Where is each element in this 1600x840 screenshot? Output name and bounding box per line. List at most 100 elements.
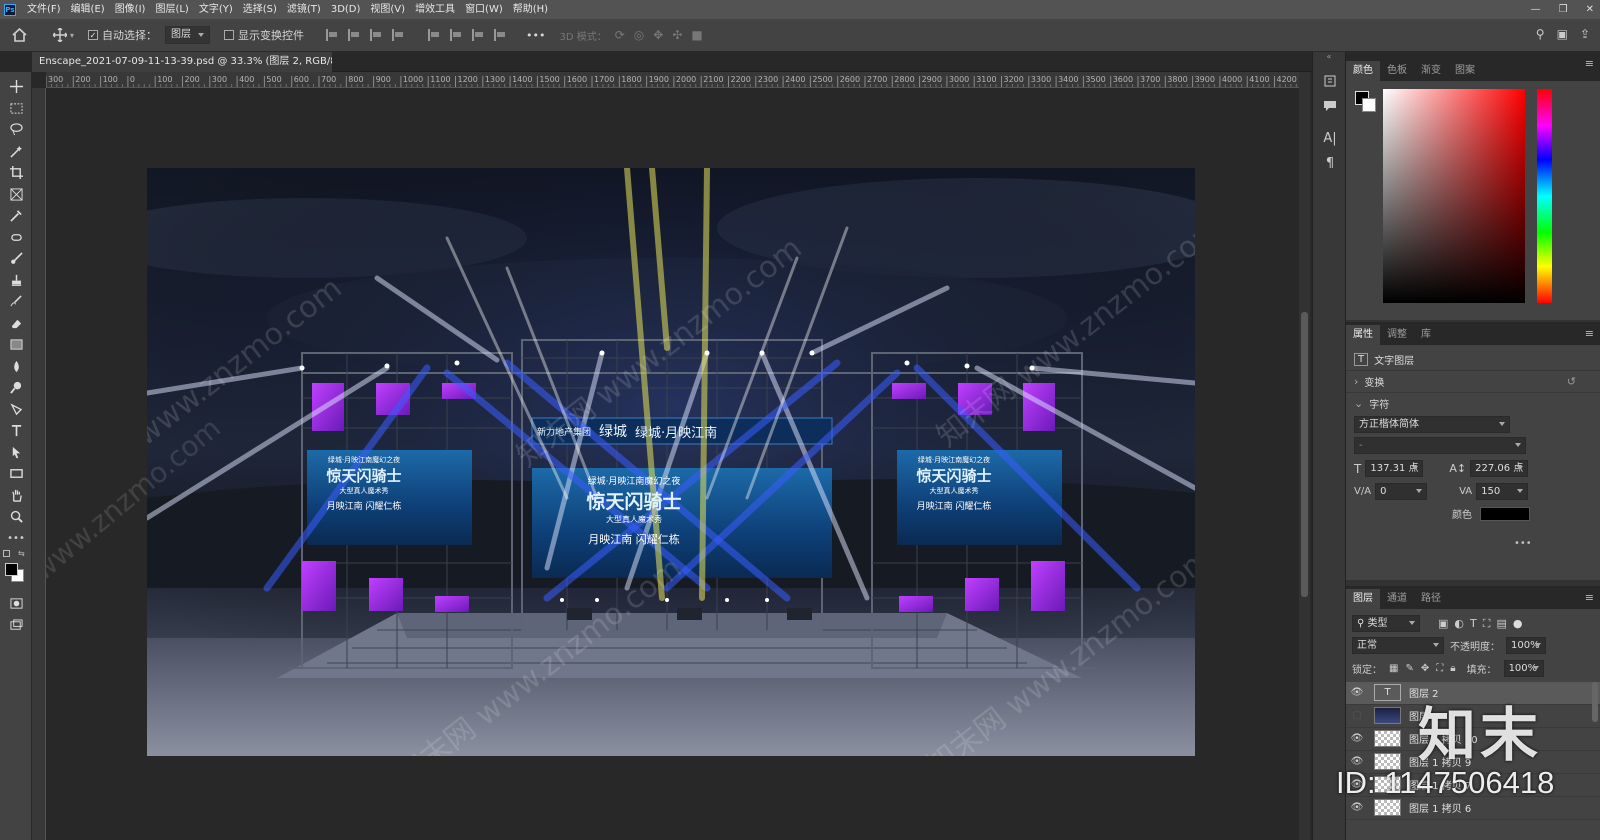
- scroll-thumb[interactable]: [1301, 312, 1308, 597]
- layer-filter-select[interactable]: ⚲ 类型: [1352, 615, 1420, 632]
- lock-pixels-icon[interactable]: ✎: [1405, 663, 1413, 674]
- pen-tool[interactable]: [0, 399, 32, 421]
- menu-view[interactable]: 视图(V): [365, 0, 410, 19]
- lasso-tool[interactable]: [0, 119, 32, 141]
- 3d-pan-icon[interactable]: ✥: [653, 28, 663, 42]
- menu-type[interactable]: 文字(Y): [194, 0, 238, 19]
- blend-mode-select[interactable]: 正常: [1352, 637, 1444, 654]
- properties-menu-icon[interactable]: ≡: [1585, 327, 1594, 340]
- eraser-tool[interactable]: [0, 313, 32, 335]
- restore-icon[interactable]: ❐: [1559, 0, 1568, 19]
- font-style-select[interactable]: -: [1354, 437, 1526, 454]
- clone-stamp-tool[interactable]: [0, 270, 32, 292]
- minimize-icon[interactable]: —: [1531, 0, 1541, 19]
- quick-mask-button[interactable]: [0, 593, 32, 615]
- tracking-field[interactable]: 150: [1476, 483, 1529, 500]
- character-chevron-icon[interactable]: ⌄: [1354, 397, 1363, 410]
- font-size-field[interactable]: 137.31 点: [1365, 460, 1424, 477]
- character-section[interactable]: 字符: [1369, 396, 1389, 411]
- hand-tool[interactable]: [0, 485, 32, 507]
- align-vcenter-icon[interactable]: [450, 29, 462, 41]
- 3d-camera-icon[interactable]: ■: [691, 28, 702, 42]
- panel-menu-icon[interactable]: ≡: [1585, 57, 1594, 70]
- rectangle-tool[interactable]: [0, 463, 32, 485]
- menu-image[interactable]: 图像(I): [110, 0, 151, 19]
- opacity-field[interactable]: 100%: [1506, 637, 1546, 654]
- workspace-icon[interactable]: ▣: [1557, 27, 1568, 41]
- filter-smart-icon[interactable]: ▤: [1496, 617, 1506, 630]
- align-top-icon[interactable]: [428, 29, 440, 41]
- crop-tool[interactable]: [0, 162, 32, 184]
- close-window-icon[interactable]: ✕: [1586, 0, 1594, 19]
- eyedropper-tool[interactable]: [0, 205, 32, 227]
- spot-healing-tool[interactable]: [0, 227, 32, 249]
- hue-slider[interactable]: [1537, 89, 1552, 303]
- filter-pixel-icon[interactable]: ▣: [1438, 617, 1448, 630]
- align-right-icon[interactable]: [370, 29, 382, 41]
- menu-help[interactable]: 帮助(H): [508, 0, 553, 19]
- tab-paths[interactable]: 路径: [1414, 589, 1448, 609]
- tab-patterns[interactable]: 图案: [1448, 61, 1482, 81]
- magic-wand-tool[interactable]: [0, 141, 32, 163]
- menu-file[interactable]: 文件(F): [22, 0, 66, 19]
- type-tool[interactable]: [0, 420, 32, 442]
- menu-select[interactable]: 选择(S): [238, 0, 282, 19]
- text-color-swatch[interactable]: [1480, 506, 1530, 521]
- character-panel-button[interactable]: A|: [1313, 126, 1347, 151]
- tab-layers[interactable]: 图层: [1346, 589, 1380, 609]
- auto-select-checkbox[interactable]: ✓: [88, 30, 99, 40]
- tab-swatches[interactable]: 色板: [1380, 61, 1414, 81]
- move-tool[interactable]: [0, 76, 32, 98]
- default-colors-icon[interactable]: [3, 550, 10, 557]
- share-icon[interactable]: ⇪: [1580, 27, 1590, 41]
- search-icon[interactable]: ⚲: [1536, 27, 1545, 41]
- gradient-tool[interactable]: [0, 334, 32, 356]
- distribute-v-icon[interactable]: [494, 29, 506, 41]
- 3d-roll-icon[interactable]: ◎: [634, 28, 644, 42]
- color-field[interactable]: [1383, 89, 1525, 303]
- filter-shape-icon[interactable]: ⛶: [1483, 617, 1491, 631]
- marquee-tool[interactable]: [0, 98, 32, 120]
- more-options-button[interactable]: •••: [526, 29, 545, 42]
- font-family-select[interactable]: 方正楷体简体: [1354, 416, 1510, 433]
- layers-scrollbar[interactable]: [1592, 682, 1598, 722]
- filter-toggle-icon[interactable]: ●: [1513, 617, 1523, 630]
- visibility-eye-icon[interactable]: 👁︎: [1346, 687, 1368, 698]
- history-brush-tool[interactable]: [0, 291, 32, 313]
- tab-color[interactable]: 颜色: [1346, 61, 1380, 81]
- home-icon[interactable]: [12, 28, 27, 42]
- color-bg-chip[interactable]: [1362, 98, 1376, 112]
- 3d-orbit-icon[interactable]: ⟳: [615, 28, 625, 42]
- align-left-icon[interactable]: [326, 29, 338, 41]
- more-properties-button[interactable]: •••: [1514, 538, 1532, 549]
- reset-icon[interactable]: ↺: [1567, 375, 1576, 388]
- menu-layer[interactable]: 图层(L): [150, 0, 193, 19]
- menu-filter[interactable]: 滤镜(T): [282, 0, 326, 19]
- tab-properties[interactable]: 属性: [1346, 325, 1380, 345]
- path-select-tool[interactable]: [0, 442, 32, 464]
- screen-mode-button[interactable]: [0, 615, 32, 637]
- edit-toolbar-button[interactable]: •••: [0, 528, 32, 550]
- visibility-eye-icon[interactable]: 👁︎: [1346, 802, 1368, 813]
- leading-field[interactable]: 227.06 点: [1470, 460, 1529, 477]
- document-tab[interactable]: Enscape_2021-07-09-11-13-39.psd @ 33.3% …: [32, 52, 332, 72]
- menu-3d[interactable]: 3D(D): [326, 0, 366, 19]
- tab-libraries[interactable]: 库: [1414, 325, 1438, 345]
- transform-chevron-icon[interactable]: ›: [1354, 375, 1358, 388]
- tab-adjustments[interactable]: 调整: [1380, 325, 1414, 345]
- vertical-scrollbar[interactable]: [1299, 72, 1310, 840]
- distribute-h-icon[interactable]: [392, 29, 404, 41]
- lock-all-icon[interactable]: 🔒︎: [1450, 663, 1455, 674]
- blur-tool[interactable]: [0, 356, 32, 378]
- canvas-area[interactable]: 知末网 www.znzmo.com 知末网 www.znzmo.com 知末网 …: [46, 88, 1299, 840]
- transform-section[interactable]: 变换: [1364, 374, 1384, 389]
- lock-artboard-icon[interactable]: ⛶: [1436, 663, 1443, 674]
- visibility-eye-icon[interactable]: 👁︎: [1346, 733, 1368, 744]
- menu-plugins[interactable]: 增效工具: [410, 0, 460, 19]
- swap-colors-icon[interactable]: ⇆: [18, 549, 25, 558]
- comments-panel-button[interactable]: [1313, 93, 1347, 118]
- layers-menu-icon[interactable]: ≡: [1585, 591, 1594, 604]
- kerning-field[interactable]: 0: [1375, 483, 1428, 500]
- tab-channels[interactable]: 通道: [1380, 589, 1414, 609]
- menu-edit[interactable]: 编辑(E): [66, 0, 110, 19]
